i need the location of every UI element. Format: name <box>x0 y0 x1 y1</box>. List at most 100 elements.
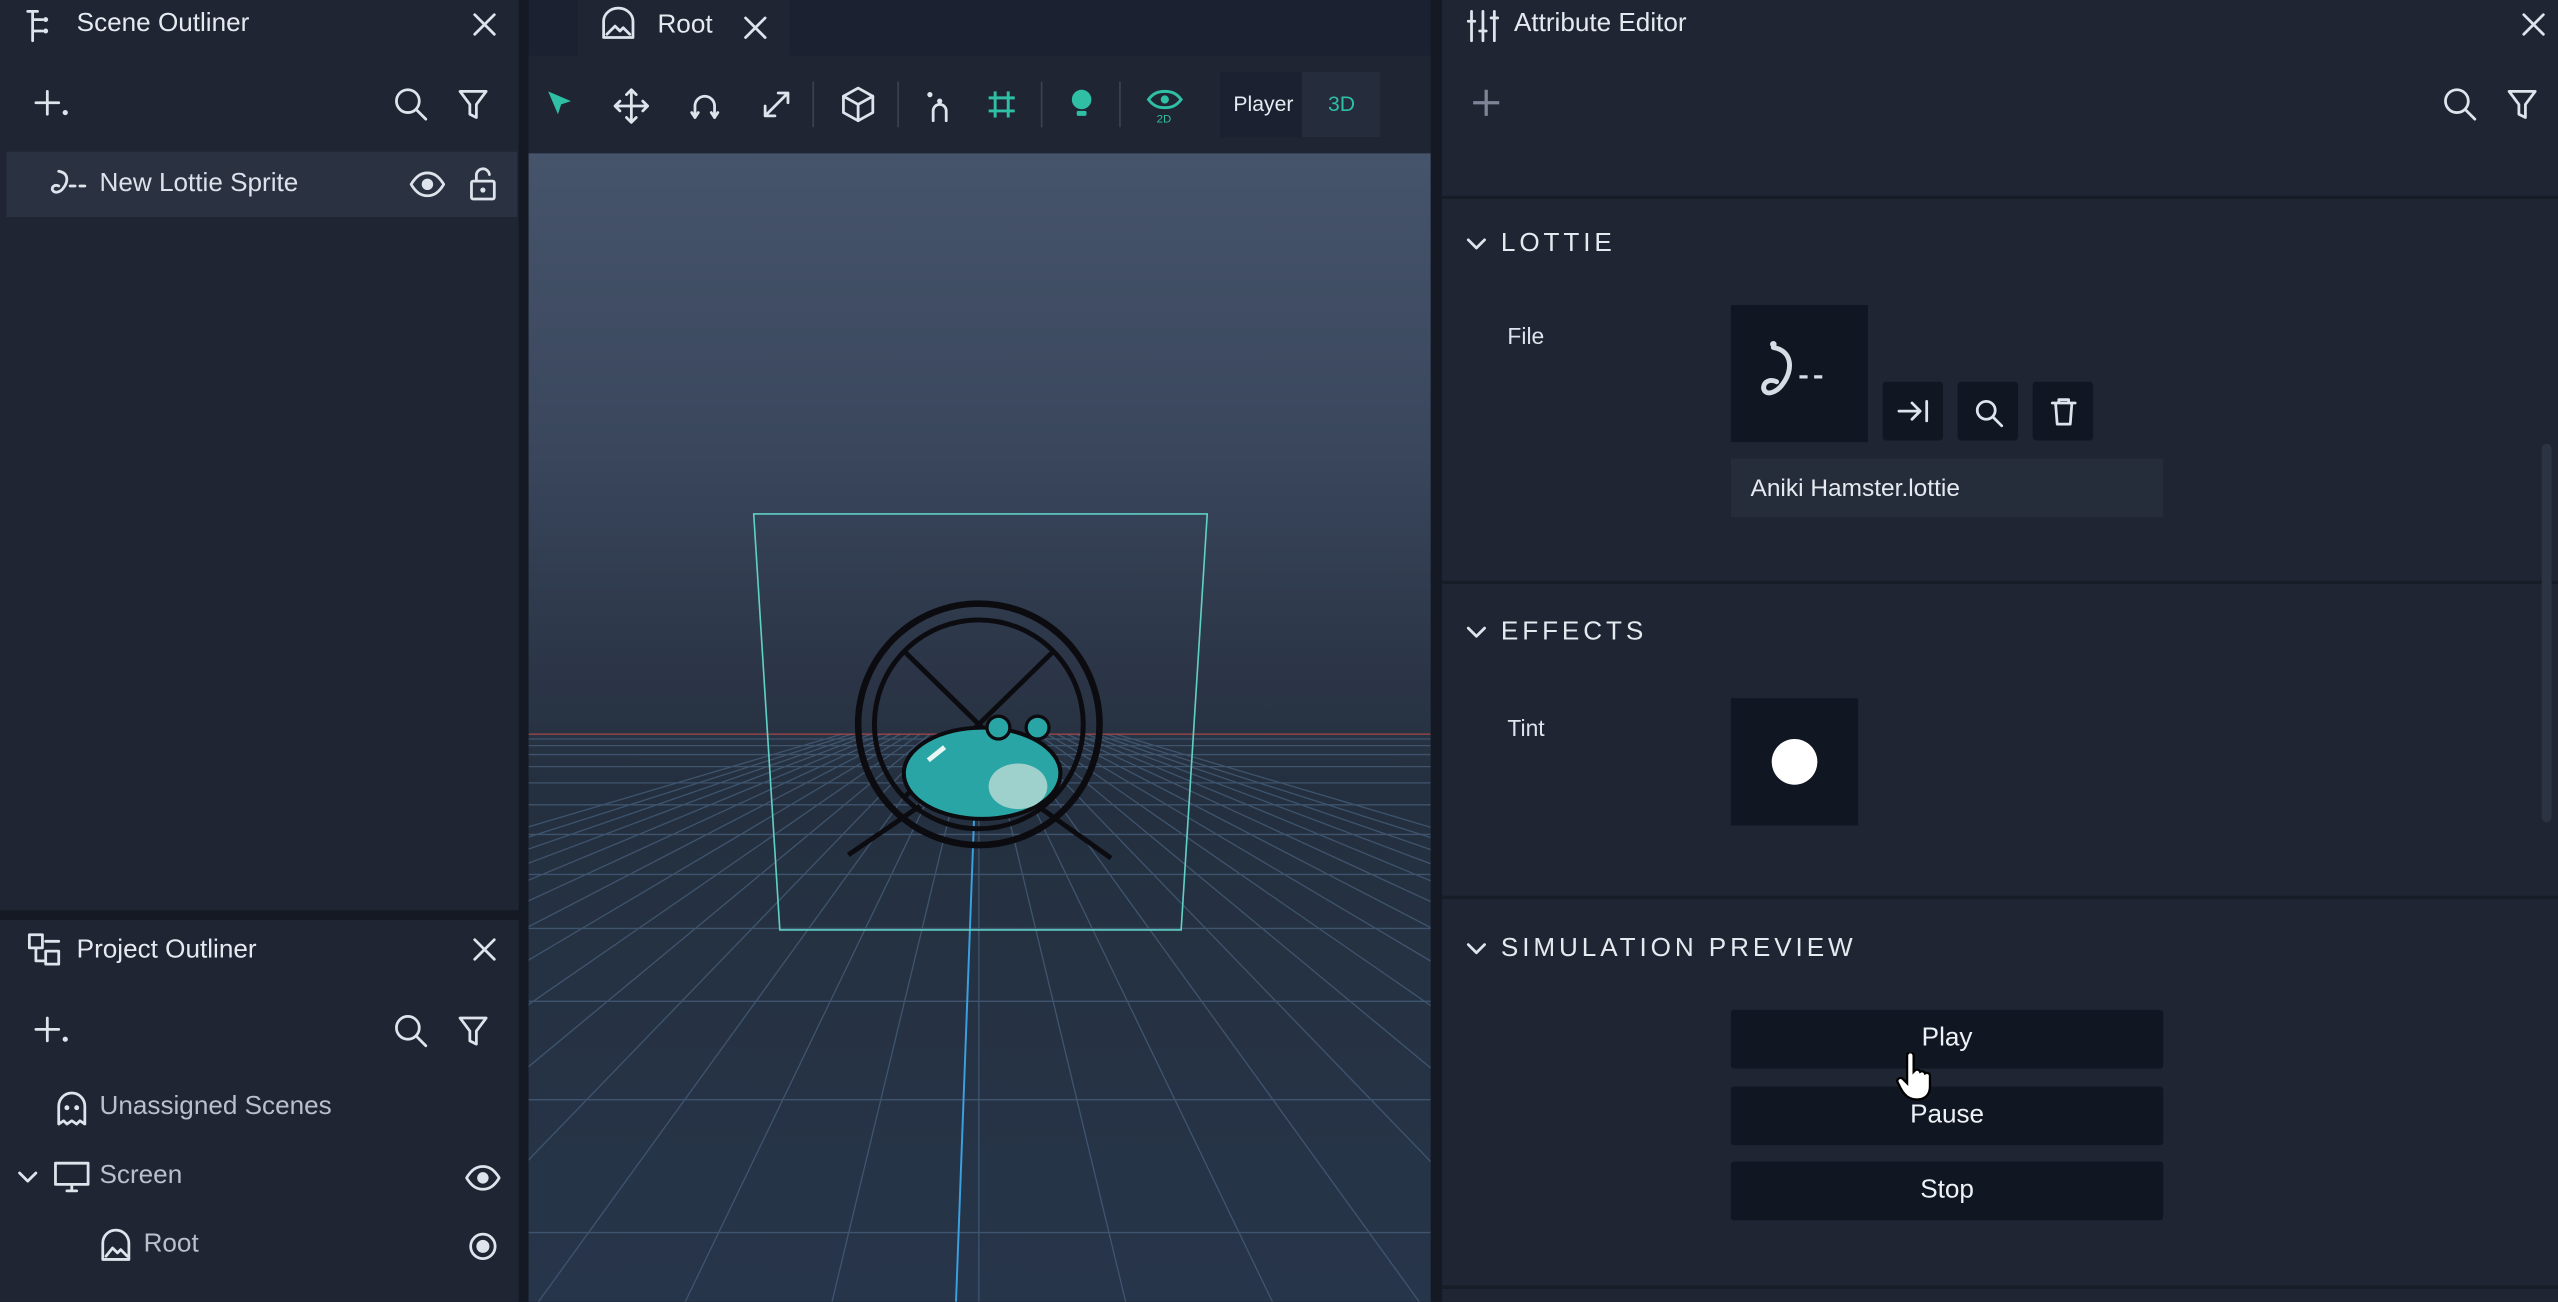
attribute-editor-toolbar <box>1442 65 2558 140</box>
lottie-section-header[interactable]: LOTTIE <box>1442 222 2558 268</box>
outliner-tree-icon <box>23 7 56 46</box>
file-name-field[interactable]: Aniki Hamster.lottie <box>1730 458 2164 518</box>
viewport-canvas[interactable] <box>528 153 1431 1302</box>
project-outliner-toolbar <box>0 992 519 1067</box>
section-title: EFFECTS <box>1500 618 1648 647</box>
tint-label: Tint <box>1507 714 1545 741</box>
tint-color-swatch[interactable] <box>1730 698 1859 826</box>
rotate-icon[interactable] <box>688 90 721 123</box>
scene-outliner-toolbar <box>0 65 519 140</box>
close-icon[interactable] <box>2521 11 2547 37</box>
close-icon[interactable] <box>471 11 497 37</box>
mode-label: 3D <box>1327 91 1356 116</box>
delete-file-button[interactable] <box>2032 381 2094 441</box>
app-root: Scene Outliner New Lottie Sprite Project… <box>0 0 2558 1302</box>
search-icon <box>1974 398 2004 428</box>
snap-icon[interactable] <box>923 88 956 124</box>
scene-outliner-row-selected[interactable]: New Lottie Sprite <box>6 151 518 217</box>
chevron-down-icon[interactable] <box>1466 941 1487 957</box>
eye-icon[interactable] <box>465 1163 501 1192</box>
filter-icon[interactable] <box>2506 88 2539 121</box>
ghost-icon <box>54 1090 90 1129</box>
sliders-icon <box>1466 8 1500 44</box>
tab-root[interactable]: Root <box>577 0 790 56</box>
eye-icon[interactable] <box>409 170 446 199</box>
play-button[interactable]: Play <box>1730 1009 2164 1069</box>
player-button[interactable]: Player <box>1220 71 1302 138</box>
lock-icon[interactable] <box>468 166 497 202</box>
move-icon[interactable] <box>613 88 650 124</box>
section-divider <box>1442 195 2558 200</box>
section-divider <box>1442 1285 2558 1289</box>
arrow-right-to-bar-icon <box>1897 398 1930 424</box>
toolbar-divider <box>1119 81 1121 128</box>
project-outliner-title: Project Outliner <box>76 936 257 965</box>
project-item-root[interactable]: Root <box>0 1217 519 1276</box>
attribute-editor-panel: Attribute Editor LOTTIE File Aniki Hamst… <box>1442 0 2558 1302</box>
file-thumbnail[interactable] <box>1730 305 1868 443</box>
simulation-section-header[interactable]: SIMULATION PREVIEW <box>1442 927 2558 973</box>
chevron-down-icon[interactable] <box>1466 625 1487 641</box>
toolbar-divider <box>812 81 815 128</box>
browse-file-button[interactable] <box>1957 381 2019 441</box>
scale-icon[interactable] <box>760 88 793 121</box>
filter-icon[interactable] <box>457 88 490 121</box>
grid-icon[interactable] <box>985 88 1018 121</box>
scene-outliner-header: Scene Outliner <box>0 0 519 52</box>
project-item-screen[interactable]: Screen <box>0 1149 519 1208</box>
pause-button[interactable]: Pause <box>1730 1086 2164 1146</box>
add-icon[interactable] <box>34 1013 70 1046</box>
filter-icon[interactable] <box>457 1015 490 1048</box>
stop-button[interactable]: Stop <box>1730 1161 2164 1221</box>
project-tree-icon <box>26 932 62 968</box>
mode-3d-button[interactable]: 3D <box>1301 71 1381 138</box>
project-outliner-header: Project Outliner <box>0 920 519 979</box>
scene-icon <box>599 6 638 43</box>
project-item-unassigned[interactable]: Unassigned Scenes <box>0 1080 519 1139</box>
scene-outliner-title: Scene Outliner <box>76 9 250 38</box>
toolbar-divider <box>897 81 899 128</box>
outliner-splitter[interactable] <box>0 910 526 921</box>
file-label: File <box>1507 323 1545 350</box>
tint-color-dot <box>1771 739 1818 785</box>
viewport-grid <box>528 513 1431 1302</box>
viewport-toolbar: 2D Player 3D <box>528 55 1431 154</box>
section-title: LOTTIE <box>1500 230 1616 258</box>
project-item-label: Unassigned Scenes <box>99 1093 332 1121</box>
close-icon[interactable] <box>471 936 497 962</box>
project-outliner-panel: Project Outliner Unassigned Scenes Scree… <box>0 920 519 1302</box>
lottie-icon <box>49 166 91 202</box>
section-title: SIMULATION PREVIEW <box>1500 934 1857 963</box>
right-splitter[interactable] <box>1430 0 1443 1302</box>
player-label: Player <box>1233 91 1294 116</box>
close-icon[interactable] <box>742 15 768 41</box>
trash-icon <box>2050 396 2077 426</box>
section-divider <box>1442 895 2558 899</box>
tab-label: Root <box>657 11 713 40</box>
add-icon[interactable] <box>34 86 70 119</box>
project-item-label: Screen <box>99 1161 183 1190</box>
view-2d-icon[interactable]: 2D <box>1145 88 1184 124</box>
scene-outliner-panel: Scene Outliner New Lottie Sprite <box>0 0 519 911</box>
search-icon[interactable] <box>393 1013 429 1049</box>
svg-text:2D: 2D <box>1157 113 1172 124</box>
search-icon[interactable] <box>393 86 429 122</box>
section-divider <box>1442 580 2558 585</box>
effects-section-header[interactable]: EFFECTS <box>1442 610 2558 656</box>
add-icon[interactable] <box>1472 88 1501 117</box>
viewport-tab-bar: Root <box>528 0 1431 56</box>
attribute-editor-header: Attribute Editor <box>1442 0 2558 52</box>
radio-selected-icon[interactable] <box>468 1232 497 1261</box>
light-icon[interactable] <box>1069 88 1095 124</box>
search-icon[interactable] <box>2442 86 2478 122</box>
chevron-down-icon[interactable] <box>1466 237 1487 253</box>
hand-cursor-icon <box>1896 1052 1932 1101</box>
file-name-value: Aniki Hamster.lottie <box>1750 474 1960 503</box>
cube-icon[interactable] <box>839 85 878 124</box>
assign-file-button[interactable] <box>1882 381 1943 441</box>
lottie-icon <box>1760 338 1842 410</box>
vertical-scrollbar[interactable] <box>2541 443 2552 823</box>
chevron-down-icon[interactable] <box>18 1170 38 1186</box>
select-arrow-icon[interactable] <box>545 88 578 121</box>
left-splitter[interactable] <box>518 0 529 1302</box>
